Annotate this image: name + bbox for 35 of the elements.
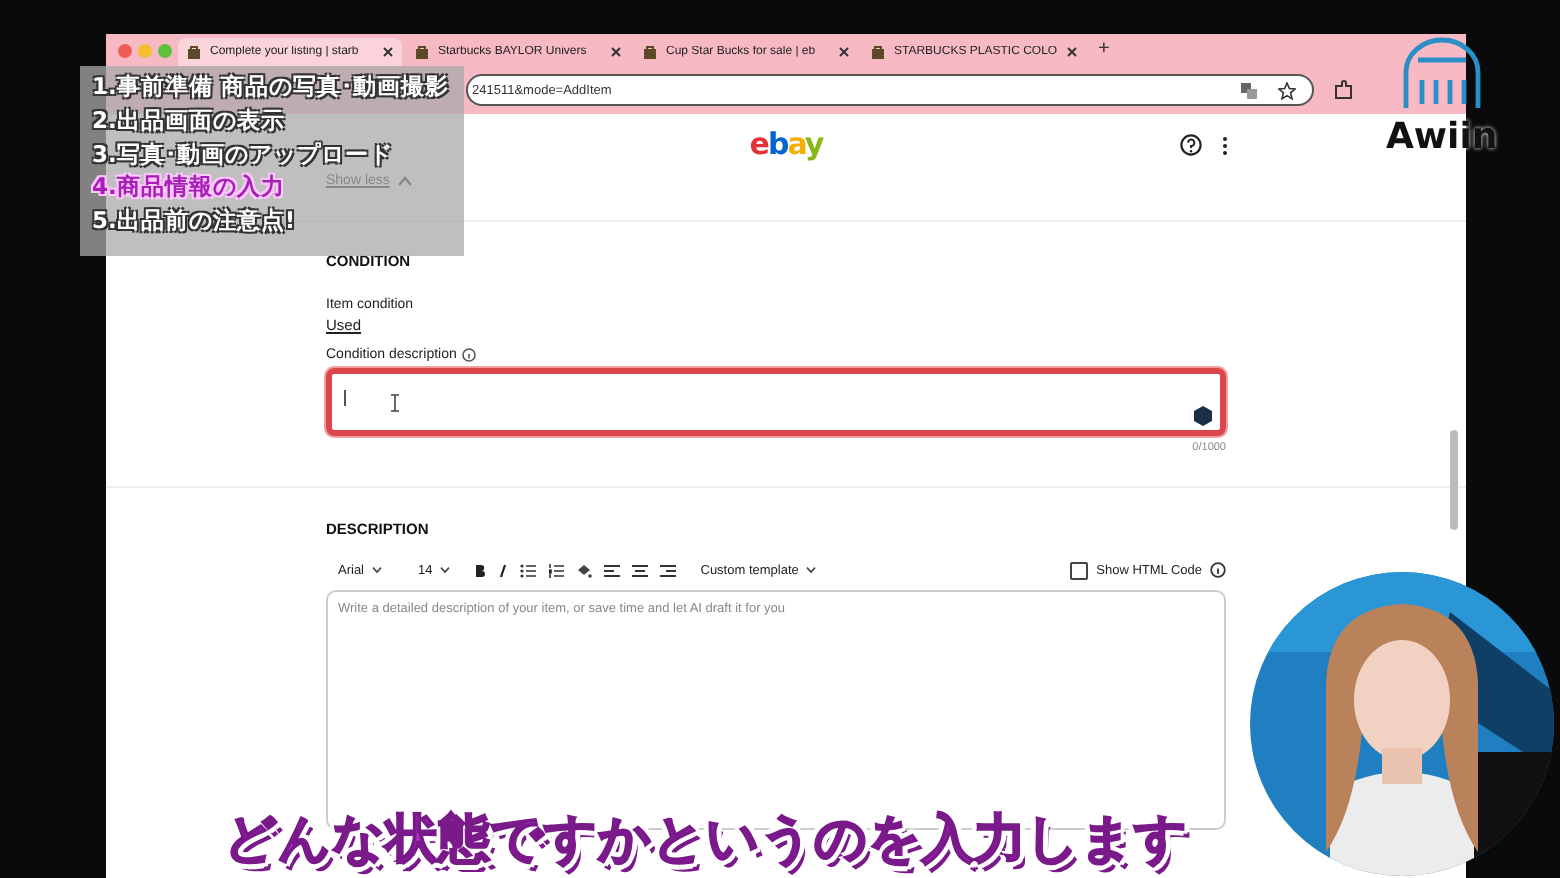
align-left-icon[interactable] (604, 563, 621, 577)
close-icon[interactable] (382, 46, 394, 58)
condition-description-field[interactable] (326, 368, 1226, 436)
star-icon[interactable] (1278, 81, 1296, 99)
more-icon[interactable] (1222, 135, 1228, 155)
bag-icon (414, 44, 430, 60)
paint-icon[interactable] (576, 563, 593, 577)
caret-icon (440, 566, 451, 574)
align-center-icon[interactable] (632, 563, 649, 577)
puzzle-icon[interactable] (1334, 80, 1354, 100)
caret-icon (806, 566, 817, 574)
close-icon[interactable] (838, 46, 850, 58)
new-tab-button[interactable]: + (1090, 40, 1118, 60)
chapter-item: 5.出品前の注意点! (92, 204, 296, 238)
align-right-icon[interactable] (660, 563, 677, 577)
hexagon-icon[interactable] (1194, 406, 1212, 426)
bag-icon (870, 44, 886, 60)
chapter-item: 1.事前準備 商品の写真･動画撮影 (92, 70, 449, 104)
caret-icon (372, 566, 383, 574)
scrollbar[interactable] (1450, 430, 1458, 530)
translate-icon[interactable] (1240, 81, 1258, 99)
help-icon[interactable] (1180, 134, 1202, 156)
bold-icon[interactable] (474, 563, 487, 577)
close-icon[interactable] (610, 46, 622, 58)
numbered-list-icon[interactable] (548, 563, 565, 577)
bullet-list-icon[interactable] (520, 563, 537, 577)
close-icon[interactable] (1066, 46, 1078, 58)
bag-icon (642, 44, 658, 60)
info-icon (1210, 562, 1226, 578)
bag-icon (186, 44, 202, 60)
checkbox[interactable] (1070, 561, 1089, 579)
info-icon (462, 348, 477, 362)
text-cursor-icon (390, 393, 400, 411)
italic-icon[interactable] (498, 563, 509, 577)
ebay-logo[interactable]: ebay (749, 126, 823, 162)
